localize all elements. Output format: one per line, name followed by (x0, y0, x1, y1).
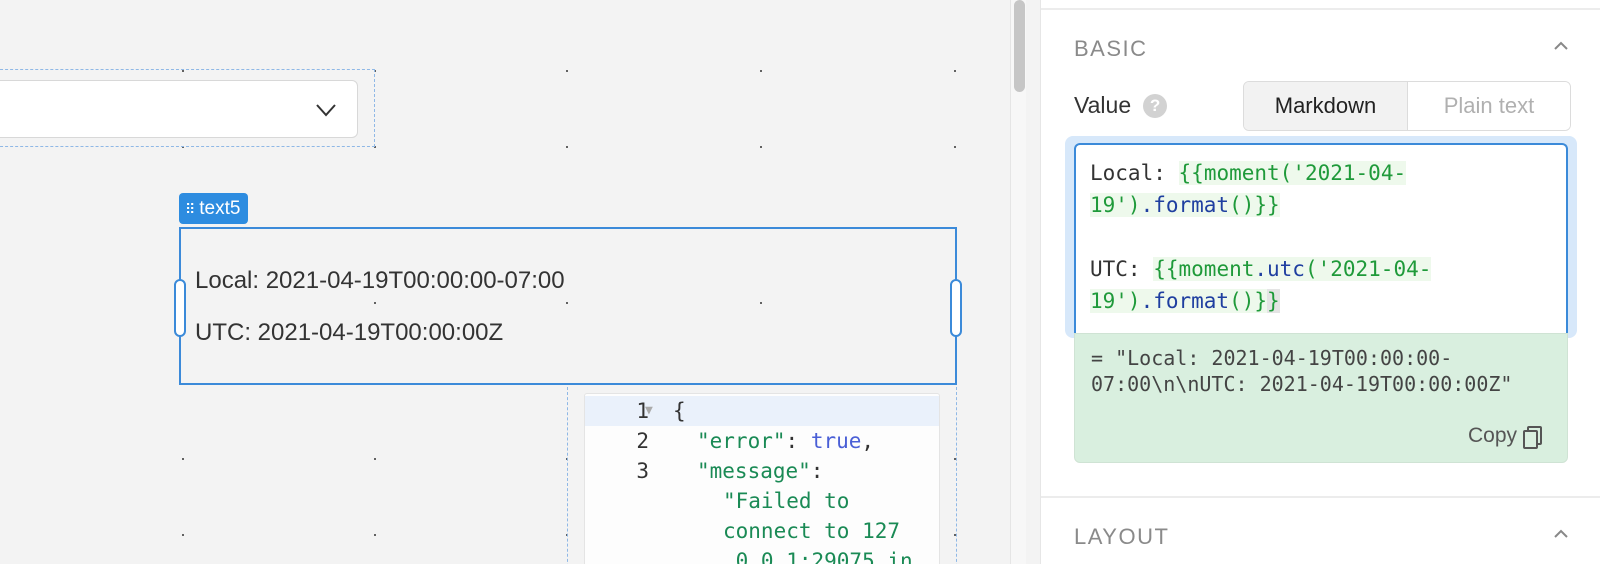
section-title-basic[interactable]: BASIC (1074, 36, 1148, 62)
json-key: "message" (697, 459, 811, 483)
json-brace: { (673, 399, 686, 423)
canvas-scrollbar[interactable] (1010, 0, 1026, 564)
json-string: "Failed to (723, 489, 850, 513)
section-divider (1041, 496, 1600, 498)
component-name: text5 (199, 198, 241, 219)
grid-dot (760, 70, 762, 72)
chevron-up-icon[interactable] (1552, 525, 1570, 543)
chevron-down-icon[interactable] (315, 99, 337, 121)
line-number: 2 (636, 429, 649, 453)
json-line: .0.0.1:29075 in (585, 546, 939, 564)
canvas[interactable]: ⠿ text5 Local: 2021-04-19T00:00:00-07:00… (0, 0, 1008, 564)
json-line: 2 "error": true, (585, 426, 939, 456)
select-dropdown[interactable] (0, 80, 358, 138)
result-line: = "Local: 2021-04-19T00:00:00- (1091, 346, 1453, 370)
fold-arrow-icon[interactable]: ▼ (645, 396, 653, 426)
json-value: true (810, 429, 862, 453)
resize-handle-right[interactable] (950, 279, 962, 337)
json-key: "error" (697, 429, 786, 453)
grid-dot (954, 146, 956, 148)
mode-markdown-button[interactable]: Markdown (1244, 82, 1408, 130)
drag-handle-icon[interactable]: ⠿ (185, 202, 195, 216)
grid-dot (954, 70, 956, 72)
markdown-mode-toggle[interactable]: Markdown Plain text (1243, 81, 1571, 131)
component-name-tag[interactable]: ⠿ text5 (179, 193, 249, 224)
json-line: 3 "message": (585, 456, 939, 486)
grid-dot (182, 534, 184, 536)
copy-icon (1523, 426, 1542, 449)
value-label: Value ? (1074, 92, 1168, 119)
mode-plain-text-button[interactable]: Plain text (1408, 82, 1570, 130)
editor-line: 19').format()}} (1090, 193, 1280, 217)
grid-dot (760, 146, 762, 148)
json-string: .0.0.1:29075 in (723, 549, 913, 564)
grid-dot (182, 458, 184, 460)
grid-dot (566, 146, 568, 148)
chevron-up-icon[interactable] (1552, 37, 1570, 55)
json-line: "Failed to (585, 486, 939, 516)
json-viewer[interactable]: 1 ▼ { 2 "error": true, 3 "message": "Fai… (584, 393, 940, 564)
resize-handle-left[interactable] (174, 279, 186, 337)
value-code-editor[interactable]: Local: {{moment('2021-04- 19').format()}… (1074, 143, 1568, 333)
copy-button[interactable]: Copy (1468, 424, 1542, 449)
grid-dot (566, 70, 568, 72)
text-line-local: Local: 2021-04-19T00:00:00-07:00 (195, 267, 565, 294)
grid-dot (374, 458, 376, 460)
section-divider (1041, 8, 1600, 10)
question-icon[interactable]: ? (1143, 93, 1168, 118)
grid-dot (374, 534, 376, 536)
editor-line: 19').format()}} (1090, 289, 1280, 313)
line-number: 3 (636, 459, 649, 483)
json-line: 1 ▼ { (585, 396, 939, 426)
text-component[interactable]: Local: 2021-04-19T00:00:00-07:00 UTC: 20… (174, 227, 962, 385)
editor-line: Local: {{moment('2021-04- (1090, 161, 1407, 185)
editor-line: UTC: {{moment.utc('2021-04- (1090, 257, 1432, 281)
inspector-panel: BASIC Value ? Markdown Plain text Local:… (1040, 0, 1600, 564)
result-line: 07:00\n\nUTC: 2021-04-19T00:00:00Z" (1091, 372, 1513, 396)
json-string: connect to 127 (723, 519, 901, 543)
text-line-utc: UTC: 2021-04-19T00:00:00Z (195, 319, 504, 346)
scrollbar-thumb[interactable] (1014, 0, 1025, 92)
section-title-layout[interactable]: LAYOUT (1074, 524, 1169, 550)
evaluated-result-preview: = "Local: 2021-04-19T00:00:00- 07:00\n\n… (1074, 333, 1568, 463)
json-line: connect to 127 (585, 516, 939, 546)
